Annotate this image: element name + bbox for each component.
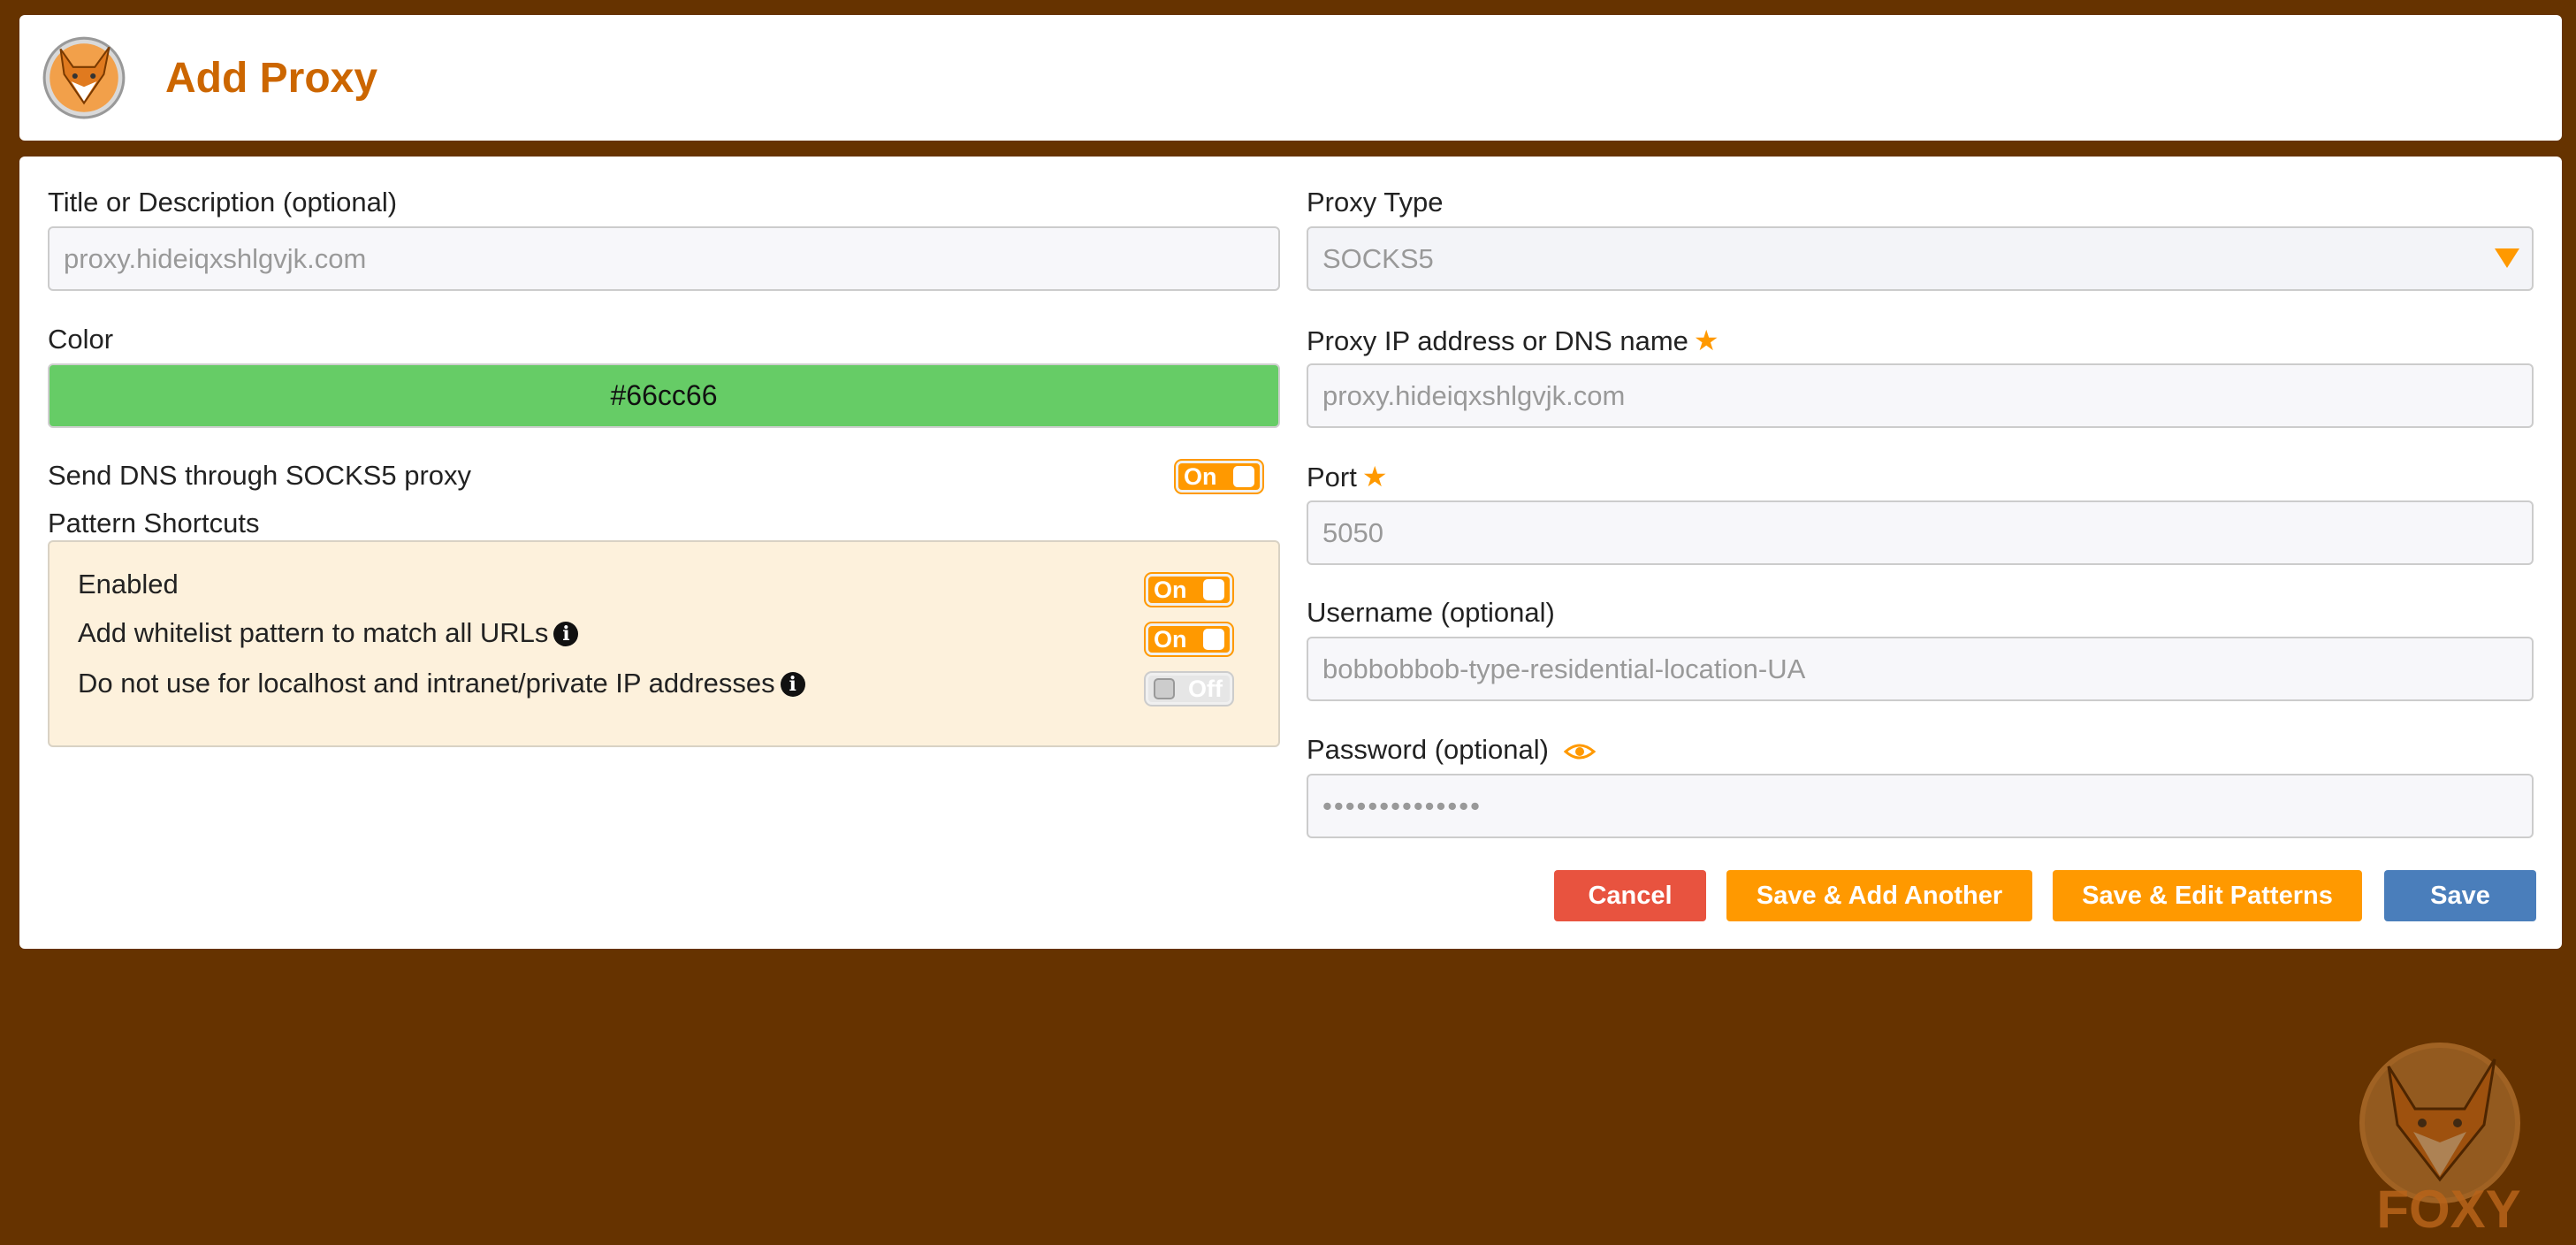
port-input[interactable]: 5050 bbox=[1307, 500, 2534, 565]
eye-icon[interactable] bbox=[1563, 741, 1596, 762]
info-icon[interactable]: i bbox=[553, 622, 579, 646]
proxy-type-value: SOCKS5 bbox=[1322, 243, 1434, 274]
shortcut-whitelist-row: Add whitelist pattern to match all URLs i bbox=[78, 617, 579, 649]
star-icon: ★ bbox=[1693, 325, 1719, 356]
dns-toggle-text: On bbox=[1184, 463, 1217, 490]
cancel-button[interactable]: Cancel bbox=[1554, 870, 1706, 921]
dns-toggle[interactable]: On bbox=[1176, 461, 1262, 493]
shortcut-whitelist-toggle[interactable]: On bbox=[1146, 623, 1232, 655]
info-icon[interactable]: i bbox=[780, 672, 805, 697]
toggle-knob bbox=[1203, 579, 1224, 600]
page-title: Add Proxy bbox=[165, 55, 378, 102]
toggle-text: On bbox=[1154, 577, 1187, 603]
shortcut-localhost-label: Do not use for localhost and intranet/pr… bbox=[78, 668, 775, 699]
password-label-row: Password (optional) bbox=[1307, 734, 1596, 766]
save-button[interactable]: Save bbox=[2384, 870, 2536, 921]
title-label: Title or Description (optional) bbox=[48, 187, 398, 218]
save-edit-patterns-button[interactable]: Save & Edit Patterns bbox=[2053, 870, 2362, 921]
color-picker[interactable]: #66cc66 bbox=[48, 363, 1280, 428]
port-label-row: Port ★ bbox=[1307, 460, 1388, 493]
chevron-down-icon bbox=[2495, 248, 2519, 268]
add-proxy-form: Title or Description (optional) proxy.hi… bbox=[19, 157, 2562, 949]
pattern-shortcuts-label: Pattern Shortcuts bbox=[48, 508, 260, 538]
dns-label: Send DNS through SOCKS5 proxy bbox=[48, 460, 472, 491]
shortcut-enabled-toggle[interactable]: On bbox=[1146, 574, 1232, 606]
ip-input[interactable]: proxy.hideiqxshlgvjk.com bbox=[1307, 363, 2534, 428]
proxy-type-select[interactable]: SOCKS5 bbox=[1307, 226, 2534, 291]
header: Add Proxy bbox=[19, 15, 2562, 141]
shortcut-whitelist-label: Add whitelist pattern to match all URLs bbox=[78, 617, 549, 648]
ip-label-row: Proxy IP address or DNS name ★ bbox=[1307, 324, 1719, 357]
shortcut-localhost-row: Do not use for localhost and intranet/pr… bbox=[78, 668, 805, 699]
username-label: Username (optional) bbox=[1307, 597, 1555, 628]
foxy-watermark-text: FOXY bbox=[2376, 1180, 2520, 1236]
toggle-knob bbox=[1203, 629, 1224, 650]
toggle-knob bbox=[1233, 466, 1254, 487]
shortcut-localhost-toggle[interactable]: Off bbox=[1146, 673, 1232, 705]
password-label: Password (optional) bbox=[1307, 734, 1549, 765]
foxy-watermark-logo: FOXY bbox=[2359, 1043, 2521, 1236]
save-add-another-button[interactable]: Save & Add Another bbox=[1726, 870, 2032, 921]
port-label: Port bbox=[1307, 462, 1357, 493]
foxyproxy-logo-icon bbox=[42, 36, 126, 119]
toggle-text: On bbox=[1154, 626, 1187, 653]
shortcut-enabled-label: Enabled bbox=[78, 569, 179, 600]
proxy-type-label: Proxy Type bbox=[1307, 187, 1444, 218]
star-icon: ★ bbox=[1361, 461, 1388, 493]
toggle-knob bbox=[1154, 678, 1175, 699]
toggle-text: Off bbox=[1188, 676, 1223, 702]
pattern-shortcuts-panel: Enabled On Add whitelist pattern to matc… bbox=[48, 540, 1280, 747]
username-input[interactable]: bobbobbob-type-residential-location-UA bbox=[1307, 637, 2534, 701]
color-label: Color bbox=[48, 324, 114, 355]
title-input[interactable]: proxy.hideiqxshlgvjk.com bbox=[48, 226, 1280, 291]
ip-label: Proxy IP address or DNS name bbox=[1307, 325, 1688, 356]
password-input[interactable]: •••••••••••••• bbox=[1307, 774, 2534, 838]
